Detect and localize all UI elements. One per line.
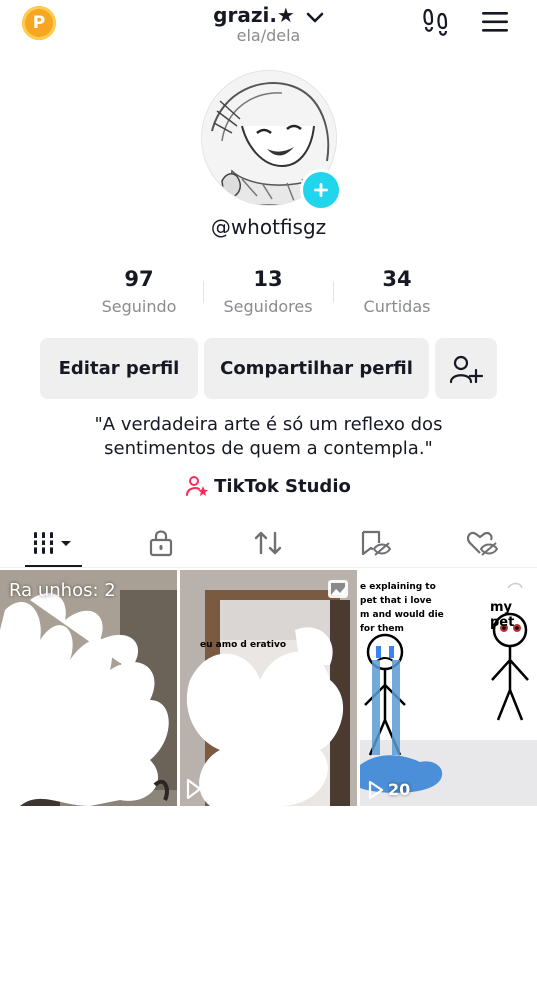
tab-private[interactable] <box>107 520 214 566</box>
bio: "A verdadeira arte é só um reflexo dos s… <box>40 413 497 461</box>
likes-label: Curtidas <box>363 297 431 316</box>
hidden-bookmark-icon <box>361 530 391 556</box>
drafts-label: Ra unhos: 2 <box>9 580 116 601</box>
followers-label: Seguidores <box>223 297 313 316</box>
tab-favorites[interactable] <box>321 520 428 566</box>
chevron-down-icon <box>306 5 324 29</box>
username: @whotfisgz <box>210 215 327 239</box>
add-friend-button[interactable] <box>435 338 497 399</box>
bio-line: "A verdadeira arte é só um reflexo dos <box>94 414 443 435</box>
menu-icon[interactable] <box>479 6 511 38</box>
video-tile[interactable]: e explaining to pet that i love m and wo… <box>360 570 537 806</box>
footprints-icon[interactable] <box>420 6 452 38</box>
edit-profile-button[interactable]: Editar perfil <box>40 338 198 399</box>
tab-liked[interactable] <box>428 520 535 566</box>
drafts-tile[interactable]: Ra unhos: 2 <box>0 570 177 806</box>
video-tile[interactable]: eu amo d erativo <box>180 570 357 806</box>
following-label: Seguindo <box>101 297 177 316</box>
studio-label: TikTok Studio <box>214 475 351 497</box>
edit-profile-label: Editar perfil <box>58 358 180 379</box>
share-profile-label: Compartilhar perfil <box>220 358 413 379</box>
display-name: grazi.★ <box>213 3 295 27</box>
lock-icon <box>149 530 172 557</box>
bio-line: sentimentos de quem a contempla." <box>104 438 433 459</box>
studio-person-star-icon <box>186 476 209 496</box>
view-count: 20 <box>388 780 410 799</box>
tabs-divider <box>0 567 537 568</box>
videos-grid-icon <box>31 532 71 554</box>
tab-videos[interactable] <box>0 520 107 566</box>
share-profile-button[interactable]: Compartilhar perfil <box>204 338 429 399</box>
stat-followers[interactable]: 13 Seguidores <box>203 267 333 316</box>
meme-text-right: my pet <box>490 600 515 630</box>
video-caption: eu amo d erativo <box>200 640 287 650</box>
followers-count: 13 <box>253 267 283 291</box>
view-count-value: 20 <box>388 780 411 799</box>
pronouns: ela/dela <box>236 26 301 45</box>
add-photo-button[interactable] <box>300 169 342 211</box>
repost-icon <box>254 531 281 555</box>
add-person-icon <box>449 355 483 383</box>
likes-count: 34 <box>382 267 412 291</box>
plus-icon <box>314 183 328 197</box>
account-switcher[interactable]: grazi.★ <box>0 3 537 29</box>
meme-text-left: e explaining to pet that i love m and wo… <box>360 582 444 634</box>
hidden-heart-icon <box>466 531 498 556</box>
tab-reposts[interactable] <box>214 520 321 566</box>
stat-following[interactable]: 97 Seguindo <box>74 267 204 316</box>
stat-likes[interactable]: 34 Curtidas <box>332 267 462 316</box>
tiktok-studio-link[interactable]: TikTok Studio <box>0 475 537 497</box>
following-count: 97 <box>124 267 154 291</box>
